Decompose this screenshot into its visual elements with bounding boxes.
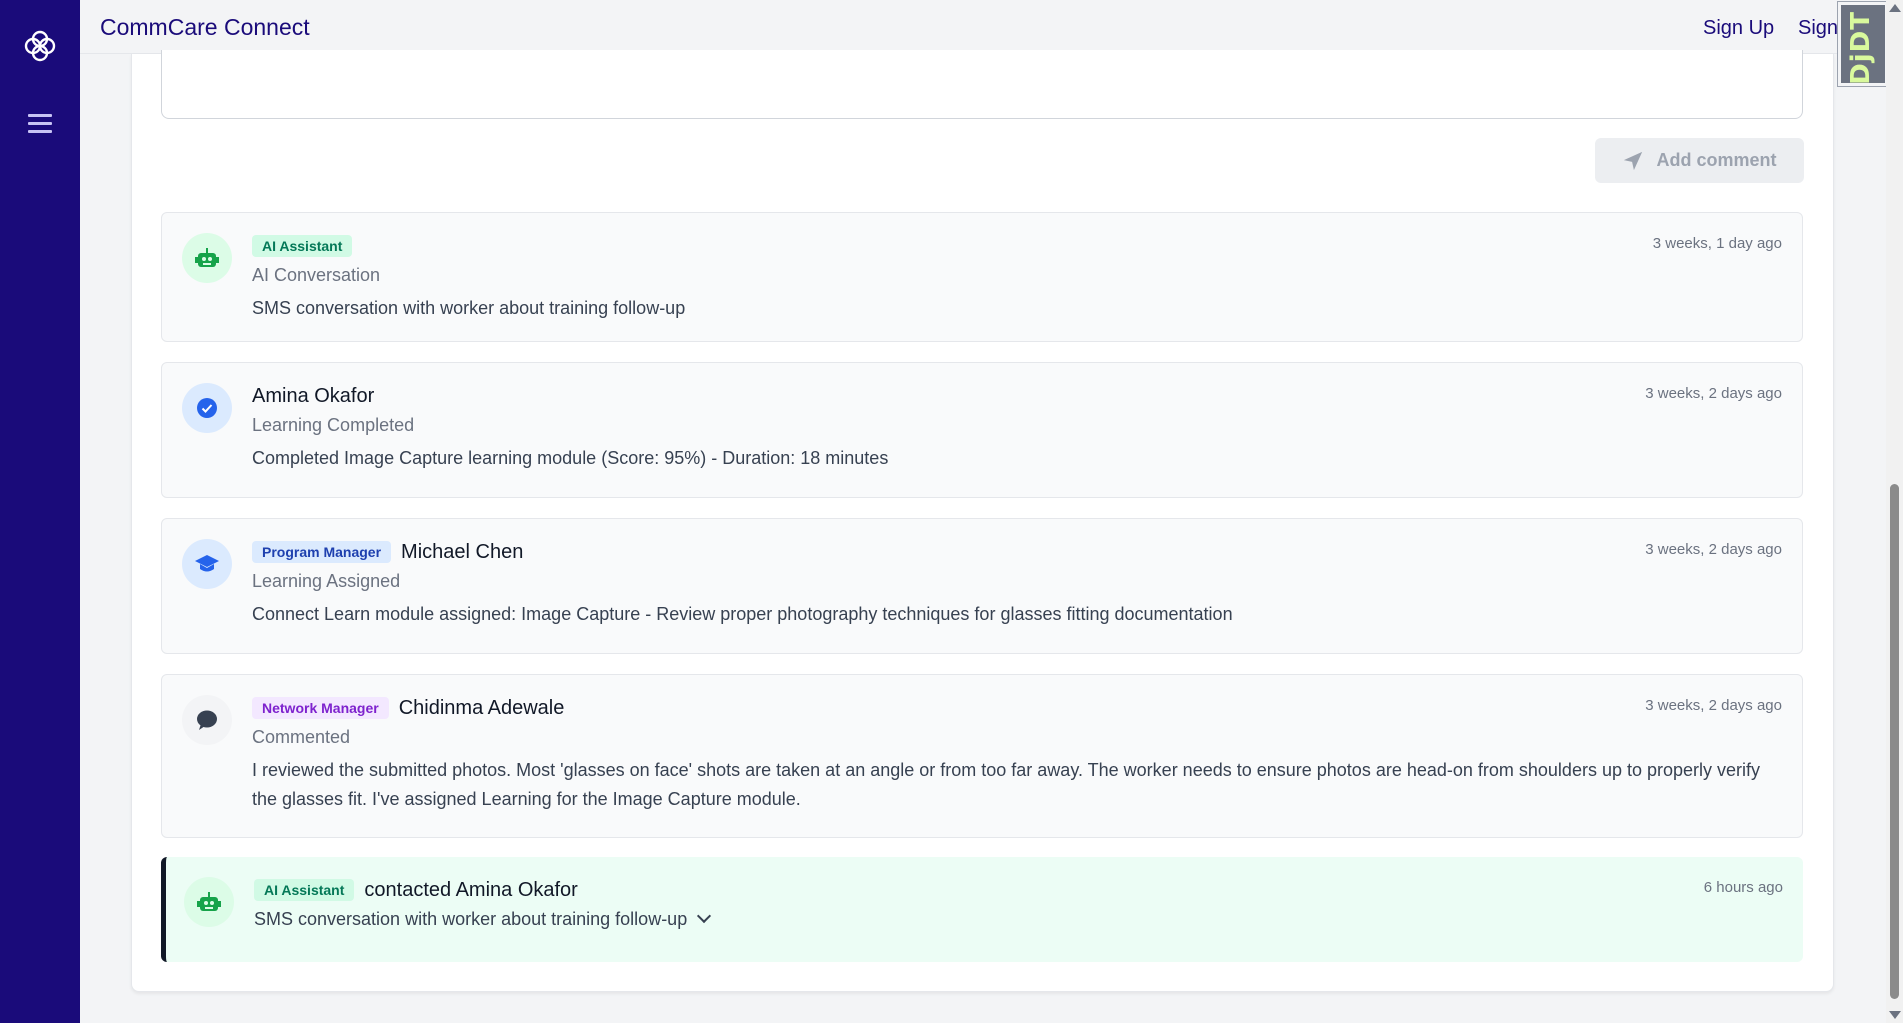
graduation-cap-icon [195,555,219,572]
avatar [182,539,232,589]
activity-description: Connect Learn module assigned: Image Cap… [252,604,1233,624]
activity-time: 3 weeks, 1 day ago [1652,235,1782,252]
sidebar [0,0,80,1023]
activity-description: I reviewed the submitted photos. Most 'g… [252,760,1761,809]
app-title[interactable]: CommCare Connect [100,14,310,41]
comment-textarea[interactable] [161,50,1803,119]
user-name: Amina Okafor [252,384,375,407]
activity-card: Program Manager Michael Chen Learning As… [161,518,1803,654]
add-comment-label: Add comment [1656,150,1777,170]
top-bar: CommCare Connect Sign Up Sign In [80,0,1903,54]
debug-toolbar-handle[interactable]: DjDT [1837,1,1889,87]
scrollbar-thumb[interactable] [1890,484,1899,999]
activity-description: SMS conversation with worker about train… [252,298,686,318]
role-badge: AI Assistant [254,879,355,901]
activity-card: AI Assistant AI Conversation SMS convers… [161,212,1803,342]
activity-action: Learning Assigned [252,571,401,591]
conversation-summary: SMS conversation with worker about train… [254,909,688,929]
ai-contact-card: AI Assistant contacted Amina Okafor SMS … [161,857,1803,962]
debug-toolbar-label: DjDT [1846,11,1876,85]
hamburger-menu-icon[interactable] [28,114,52,134]
activity-action: AI Conversation [252,265,381,285]
activity-card: Amina Okafor Learning Completed Complete… [161,362,1803,498]
user-name: Michael Chen [401,540,524,563]
activity-time: 3 weeks, 2 days ago [1645,385,1782,402]
logo-icon[interactable] [23,29,57,63]
add-comment-button[interactable]: Add comment [1595,138,1804,183]
avatar [184,877,234,927]
avatar [182,383,232,433]
role-badge: Network Manager [252,697,389,719]
activity-action: Learning Completed [252,415,415,435]
avatar [182,695,232,745]
conversation-toggle[interactable]: SMS conversation with worker about train… [254,908,1783,930]
scroll-down-arrow-icon[interactable] [1889,1011,1901,1019]
robot-icon [195,248,219,267]
avatar [182,233,232,283]
activity-time: 6 hours ago [1703,879,1783,896]
activity-description: Completed Image Capture learning module … [252,448,889,468]
activity-time: 3 weeks, 2 days ago [1645,541,1782,558]
contact-title: contacted Amina Okafor [364,878,578,901]
comment-icon [197,710,217,730]
activity-time: 3 weeks, 2 days ago [1645,697,1782,714]
role-badge: Program Manager [252,541,392,563]
check-circle-icon [197,398,217,418]
scroll-up-arrow-icon[interactable] [1889,4,1901,12]
robot-icon [197,892,221,911]
scrollbar[interactable] [1886,0,1903,1023]
chevron-down-icon [697,908,712,924]
send-icon [1624,151,1643,170]
role-badge: AI Assistant [252,235,353,257]
activity-action: Commented [252,727,351,747]
sign-up-link[interactable]: Sign Up [1703,17,1774,40]
user-name: Chidinma Adewale [398,696,565,719]
activity-card: Network Manager Chidinma Adewale Comment… [161,674,1803,838]
